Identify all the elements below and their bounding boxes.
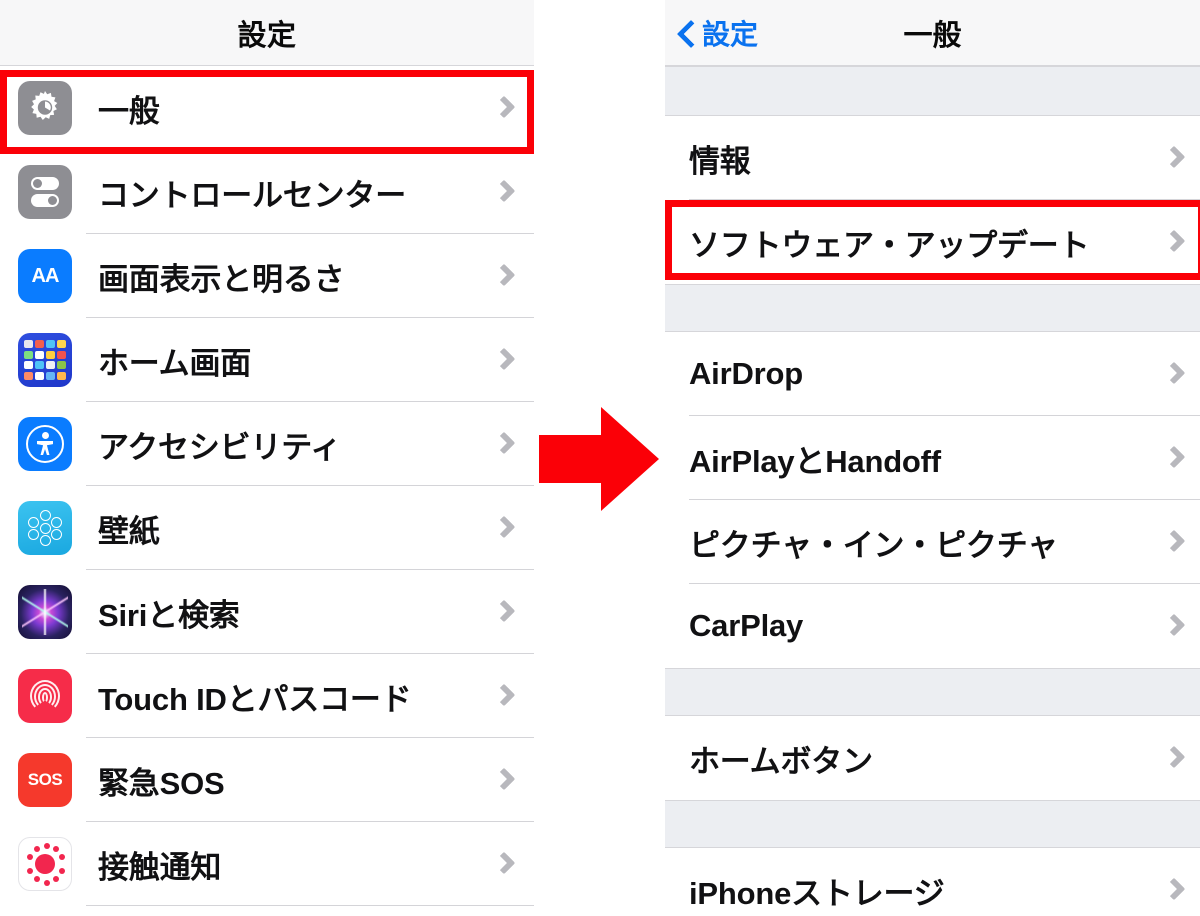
row-divider <box>86 905 534 906</box>
list-item-label: ピクチャ・イン・ピクチャ <box>689 527 1058 563</box>
toggle-glyph-top <box>31 177 59 190</box>
sidebar-item-label: 接触通知 <box>98 849 222 885</box>
sidebar-item-accessibility[interactable]: アクセシビリティ <box>0 402 534 486</box>
chevron-right-icon <box>492 431 516 455</box>
list-item-label: AirDrop <box>689 356 803 391</box>
flower-glyph <box>27 510 63 546</box>
sidebar-item-siri-search[interactable]: Siriと検索 <box>0 570 534 654</box>
right-navbar: 設定 一般 <box>665 0 1200 66</box>
sidebar-item-label: 画面表示と明るさ <box>98 261 345 297</box>
sidebar-item-label: Touch IDとパスコード <box>98 681 412 717</box>
accessibility-figure <box>26 425 64 463</box>
exposure-core <box>35 854 55 874</box>
chevron-right-icon <box>492 515 516 539</box>
fingerprint-glyph <box>28 678 62 714</box>
page-title: 設定 <box>237 19 297 52</box>
sidebar-item-label: ホーム画面 <box>98 345 252 381</box>
list-item-iphone-storage[interactable]: iPhoneストレージ <box>665 848 1200 916</box>
flow-arrow <box>539 407 659 511</box>
left-navbar: 設定 <box>0 0 534 66</box>
chevron-right-icon <box>492 179 516 203</box>
wallpaper-icon <box>18 501 72 555</box>
comparison-screenshot: 設定 一般 コントロールセンター AA 画面表示と明るさ ホーム画面 アクセシビ… <box>0 0 1200 916</box>
accessibility-icon <box>18 417 72 471</box>
emergency-sos-icon: SOS <box>18 753 72 807</box>
chevron-right-icon <box>1162 361 1186 385</box>
aa-glyph: AA <box>31 264 60 287</box>
chevron-right-icon <box>1162 529 1186 553</box>
chevron-right-icon <box>492 683 516 707</box>
list-item-label: ソフトウェア・アップデート <box>689 227 1090 263</box>
sidebar-item-touch-id[interactable]: Touch IDとパスコード <box>0 654 534 738</box>
chevron-right-icon <box>492 95 516 119</box>
chevron-right-icon <box>492 347 516 371</box>
list-item-carplay[interactable]: CarPlay <box>665 584 1200 668</box>
list-item-about[interactable]: 情報 <box>665 116 1200 200</box>
list-item-picture-in-picture[interactable]: ピクチャ・イン・ピクチャ <box>665 500 1200 584</box>
list-item-airdrop[interactable]: AirDrop <box>665 332 1200 416</box>
sidebar-item-control-center[interactable]: コントロールセンター <box>0 150 534 234</box>
sidebar-item-emergency-sos[interactable]: SOS 緊急SOS <box>0 738 534 822</box>
general-group-3: ホームボタン <box>665 716 1200 800</box>
home-screen-icon <box>18 333 72 387</box>
list-item-label: CarPlay <box>689 608 804 643</box>
general-group-1: 情報 ソフトウェア・アップデート <box>665 116 1200 284</box>
section-gap <box>665 284 1200 332</box>
settings-list: 一般 コントロールセンター AA 画面表示と明るさ ホーム画面 アクセシビリティ… <box>0 66 534 906</box>
sidebar-item-label: 緊急SOS <box>98 765 225 801</box>
chevron-right-icon <box>1162 877 1186 901</box>
chevron-right-icon <box>492 767 516 791</box>
list-item-label: ホームボタン <box>689 743 873 779</box>
sidebar-item-display-brightness[interactable]: AA 画面表示と明るさ <box>0 234 534 318</box>
chevron-right-icon <box>1162 145 1186 169</box>
toggle-glyph-bottom <box>31 194 59 207</box>
chevron-right-icon <box>1162 229 1186 253</box>
list-item-label: AirPlayとHandoff <box>689 443 941 479</box>
list-item-airplay-handoff[interactable]: AirPlayとHandoff <box>665 416 1200 500</box>
display-brightness-icon: AA <box>18 249 72 303</box>
general-group-4: iPhoneストレージ <box>665 848 1200 916</box>
chevron-right-icon <box>1162 445 1186 469</box>
chevron-right-icon <box>1162 745 1186 769</box>
list-item-label: 情報 <box>689 143 751 179</box>
chevron-right-icon <box>492 599 516 623</box>
list-item-home-button[interactable]: ホームボタン <box>665 716 1200 800</box>
section-gap <box>665 800 1200 848</box>
chevron-right-icon <box>492 851 516 875</box>
control-center-icon <box>18 165 72 219</box>
chevron-right-icon <box>492 263 516 287</box>
page-title: 一般 <box>903 19 962 52</box>
section-gap <box>665 66 1200 116</box>
settings-root-panel: 設定 一般 コントロールセンター AA 画面表示と明るさ ホーム画面 アクセシビ… <box>0 0 534 916</box>
sidebar-item-label: アクセシビリティ <box>98 429 341 465</box>
sidebar-item-general[interactable]: 一般 <box>0 66 534 150</box>
general-group-2: AirDrop AirPlayとHandoff ピクチャ・イン・ピクチャ Car… <box>665 332 1200 668</box>
sidebar-item-label: コントロールセンター <box>98 177 406 213</box>
sidebar-item-label: 壁紙 <box>98 513 160 549</box>
sidebar-item-label: 一般 <box>98 93 160 129</box>
sidebar-item-home-screen[interactable]: ホーム画面 <box>0 318 534 402</box>
sidebar-item-label: Siriと検索 <box>98 597 240 633</box>
general-settings-panel: 設定 一般 情報 ソフトウェア・アップデート AirDrop AirPlayとH… <box>665 0 1200 916</box>
section-gap <box>665 668 1200 716</box>
exposure-notification-icon <box>18 837 72 891</box>
sidebar-item-wallpaper[interactable]: 壁紙 <box>0 486 534 570</box>
gear-icon <box>18 81 72 135</box>
sos-glyph: SOS <box>27 770 63 789</box>
siri-icon <box>18 585 72 639</box>
sidebar-item-exposure-notification[interactable]: 接触通知 <box>0 822 534 906</box>
list-item-label: iPhoneストレージ <box>689 875 945 911</box>
touch-id-icon <box>18 669 72 723</box>
list-item-software-update[interactable]: ソフトウェア・アップデート <box>665 200 1200 284</box>
chevron-right-icon <box>1162 613 1186 637</box>
